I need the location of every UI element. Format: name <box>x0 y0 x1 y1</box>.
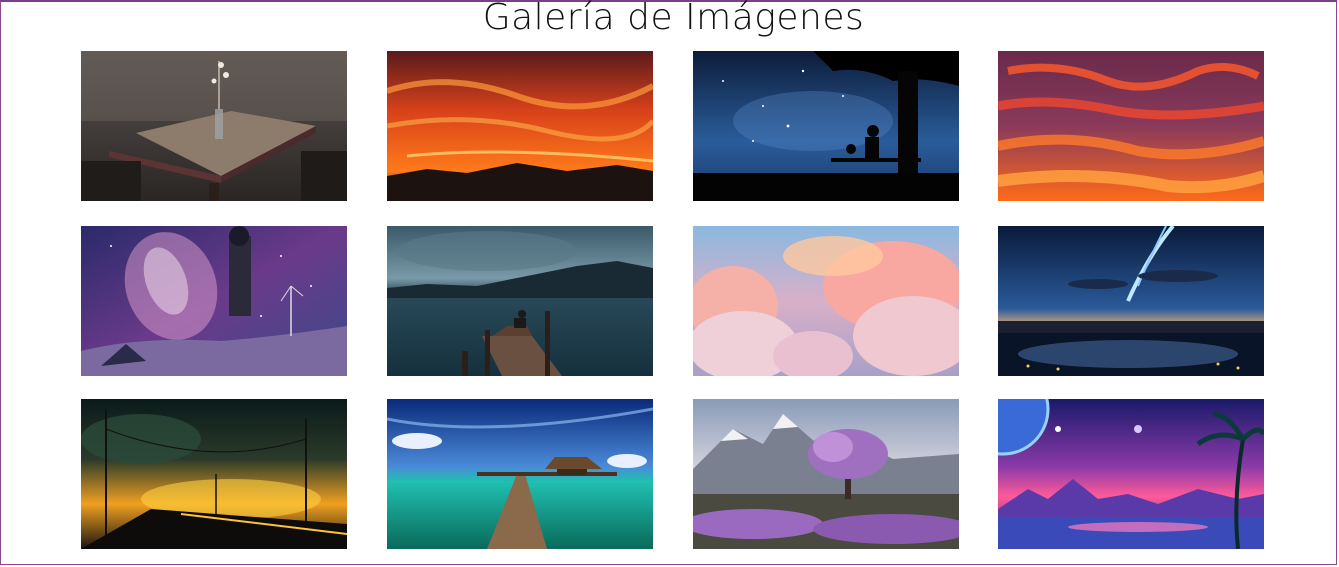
tropical-pier-bungalow-icon <box>387 399 653 549</box>
table-vase-rain-icon <box>81 51 347 201</box>
gallery-image-pink-clouds[interactable] <box>693 226 959 376</box>
purple-tree-mountains-icon <box>693 399 959 549</box>
gallery-image-lake-pier[interactable] <box>387 226 653 376</box>
lake-pier-person-icon <box>387 226 653 376</box>
orange-sunset-sky-icon <box>387 51 653 201</box>
gallery-image-orange-sunset[interactable] <box>387 51 653 201</box>
gallery-image-neon-planet[interactable] <box>998 399 1264 549</box>
gallery-image-galaxy-girl[interactable] <box>81 226 347 376</box>
gallery-image-table-vase[interactable] <box>81 51 347 201</box>
gallery-image-tropical-pier[interactable] <box>387 399 653 549</box>
starry-night-tree-icon <box>693 51 959 201</box>
page-title: Galería de Imágenes <box>482 0 865 38</box>
comet-night-city-icon <box>998 226 1264 376</box>
sunset-powerlines-road-icon <box>81 399 347 549</box>
gallery-image-sunset-road[interactable] <box>81 399 347 549</box>
gallery-image-red-clouds[interactable] <box>998 51 1264 201</box>
neon-planet-palm-landscape-icon <box>998 399 1264 549</box>
pink-clouds-sky-icon <box>693 226 959 376</box>
gallery-image-purple-tree[interactable] <box>693 399 959 549</box>
galaxy-anime-girl-icon <box>81 226 347 376</box>
gallery-image-comet-city[interactable] <box>998 226 1264 376</box>
image-gallery <box>81 51 1264 549</box>
gallery-image-starry-night[interactable] <box>693 51 959 201</box>
red-clouds-sky-icon <box>998 51 1264 201</box>
